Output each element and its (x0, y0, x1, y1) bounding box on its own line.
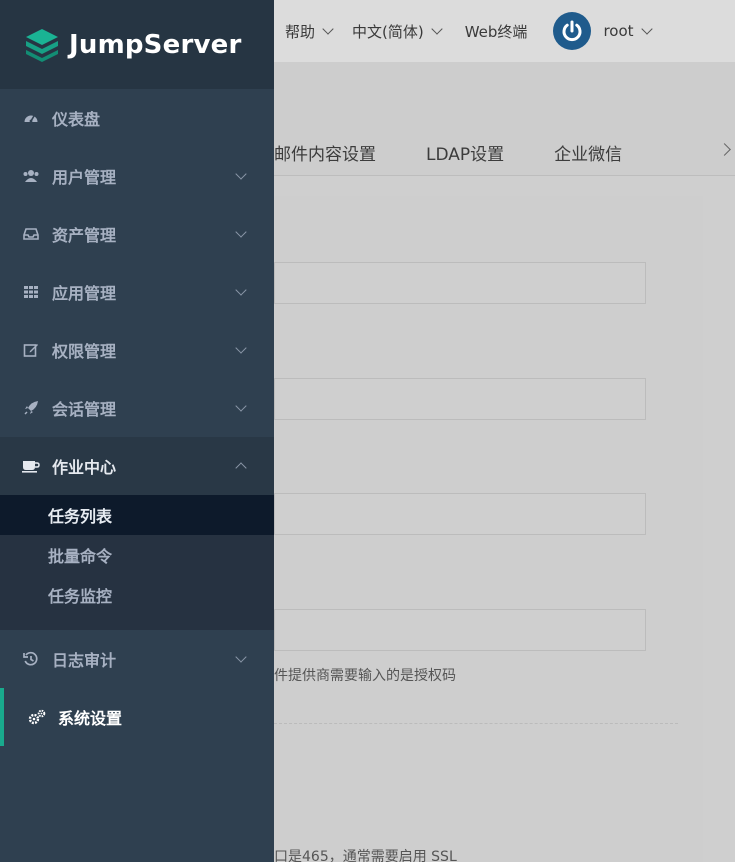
chevron-down-icon (322, 22, 334, 35)
settings-tabs: 邮件内容设置 LDAP设置 企业微信 (274, 137, 735, 167)
sidebar-item-label: 用户管理 (52, 168, 117, 187)
form-input-1[interactable] (274, 262, 646, 304)
history-icon (22, 650, 40, 668)
sidebar-item-system-settings[interactable]: 系统设置 (0, 688, 274, 746)
tab-email-content[interactable]: 邮件内容设置 (274, 140, 376, 165)
form-input-2[interactable] (274, 378, 646, 420)
chevron-down-icon (235, 651, 247, 663)
sidebar-item-permissions[interactable]: 权限管理 (0, 321, 274, 379)
tab-ldap[interactable]: LDAP设置 (426, 140, 504, 165)
chevron-down-icon (235, 168, 247, 180)
user-menu[interactable]: root (553, 12, 653, 50)
chevron-up-icon (235, 462, 247, 474)
sidebar-item-label: 应用管理 (52, 284, 117, 303)
top-navbar: 帮助 中文(简体) Web终端 root (274, 0, 735, 62)
help-label: 帮助 (285, 22, 316, 41)
rocket-icon (22, 399, 40, 417)
job-center-submenu: 任务列表 批量命令 任务监控 (0, 495, 274, 630)
form-input-4[interactable] (274, 609, 646, 651)
power-icon (553, 12, 592, 50)
form-input-3[interactable] (274, 493, 646, 535)
tab-wecom[interactable]: 企业微信 (554, 140, 622, 165)
tabs-scroll-right-icon[interactable] (718, 143, 731, 156)
web-terminal-link[interactable]: Web终端 (465, 21, 528, 42)
chevron-down-icon (235, 400, 247, 412)
sidebar-item-audit-logs[interactable]: 日志审计 (0, 630, 274, 688)
chevron-down-icon (235, 284, 247, 296)
coffee-icon (22, 457, 40, 475)
dashboard-icon (22, 109, 40, 127)
help-text-ssl-port: 口是465，通常需要启用 SSL (274, 849, 457, 862)
language-menu[interactable]: 中文(简体) (352, 21, 443, 42)
jumpserver-logo-icon (26, 28, 58, 62)
settings-form-panel: 件提供商需要输入的是授权码 口是465，通常需要启用 SSL (274, 196, 703, 862)
web-terminal-label: Web终端 (464, 22, 528, 41)
users-icon (22, 167, 40, 185)
sidebar-item-label: 作业中心 (52, 458, 117, 477)
sidebar-subitem-batch-command[interactable]: 批量命令 (0, 535, 274, 575)
page-header: 邮件内容设置 LDAP设置 企业微信 (274, 62, 735, 176)
sidebar-item-label: 权限管理 (52, 342, 117, 361)
sidebar: JumpServer 仪表盘 用户管理 资产管理 应用管理 权限管理 会话管理 … (0, 0, 274, 862)
edit-icon (22, 341, 40, 359)
brand-logo[interactable]: JumpServer (0, 0, 274, 89)
language-label: 中文(简体) (352, 22, 424, 41)
cogs-icon (28, 708, 46, 726)
sidebar-item-users[interactable]: 用户管理 (0, 147, 274, 205)
chevron-down-icon (431, 22, 443, 35)
sidebar-item-label: 资产管理 (52, 226, 117, 245)
inbox-icon (22, 225, 40, 243)
chevron-down-icon (640, 22, 653, 35)
sidebar-item-label: 日志审计 (52, 651, 117, 670)
sidebar-item-dashboard[interactable]: 仪表盘 (0, 89, 274, 147)
grid-icon (22, 283, 40, 301)
sidebar-item-applications[interactable]: 应用管理 (0, 263, 274, 321)
help-text-auth-code: 件提供商需要输入的是授权码 (274, 668, 456, 684)
chevron-down-icon (235, 342, 247, 354)
sidebar-item-label: 仪表盘 (52, 110, 101, 129)
chevron-down-icon (235, 226, 247, 238)
sidebar-item-sessions[interactable]: 会话管理 (0, 379, 274, 437)
sidebar-subitem-task-monitor[interactable]: 任务监控 (0, 575, 274, 615)
brand-name: JumpServer (69, 29, 242, 60)
username-label: root (603, 22, 634, 40)
form-divider (274, 723, 678, 724)
help-menu[interactable]: 帮助 (285, 21, 334, 42)
sidebar-subitem-task-list[interactable]: 任务列表 (0, 495, 274, 535)
sidebar-item-label: 会话管理 (52, 400, 117, 419)
sidebar-item-assets[interactable]: 资产管理 (0, 205, 274, 263)
sidebar-item-label: 系统设置 (58, 709, 123, 728)
sidebar-item-job-center[interactable]: 作业中心 (0, 437, 274, 495)
